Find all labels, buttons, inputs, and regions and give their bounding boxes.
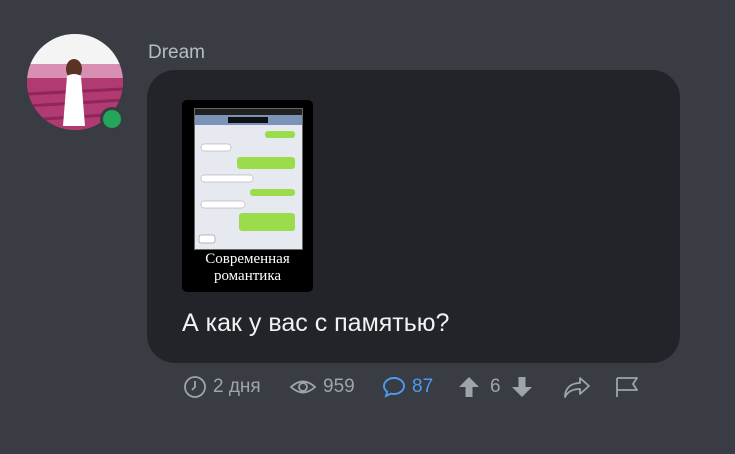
image-caption-line1: Современная [205,251,290,267]
share-icon [564,377,590,398]
report-button[interactable] [614,372,640,402]
comment-count-label: 87 [412,376,434,397]
score-label: 6 [490,376,501,397]
image-caption-line2: романтика [213,268,282,284]
phone-screenshot [194,108,303,250]
message-text: А как у вас с памятью? [182,309,450,337]
clock-icon [184,376,206,398]
comment-icon [383,377,405,398]
eye-icon [289,380,317,394]
online-status-indicator [100,107,124,131]
post-time-label: 2 дня [213,376,261,397]
share-button[interactable] [563,372,591,402]
view-count: 959 [289,372,355,402]
arrow-down-icon[interactable] [511,375,533,399]
flag-icon [616,377,638,397]
arrow-up-icon[interactable] [458,375,480,399]
post-time: 2 дня [183,372,261,402]
vote-controls: 6 [458,372,533,402]
comments-button[interactable]: 87 [382,372,433,402]
attached-image[interactable]: Современная романтика [182,100,313,292]
view-count-label: 959 [323,376,355,397]
author-name[interactable]: Dream [148,42,205,64]
image-caption: Современная романтика [182,251,313,285]
